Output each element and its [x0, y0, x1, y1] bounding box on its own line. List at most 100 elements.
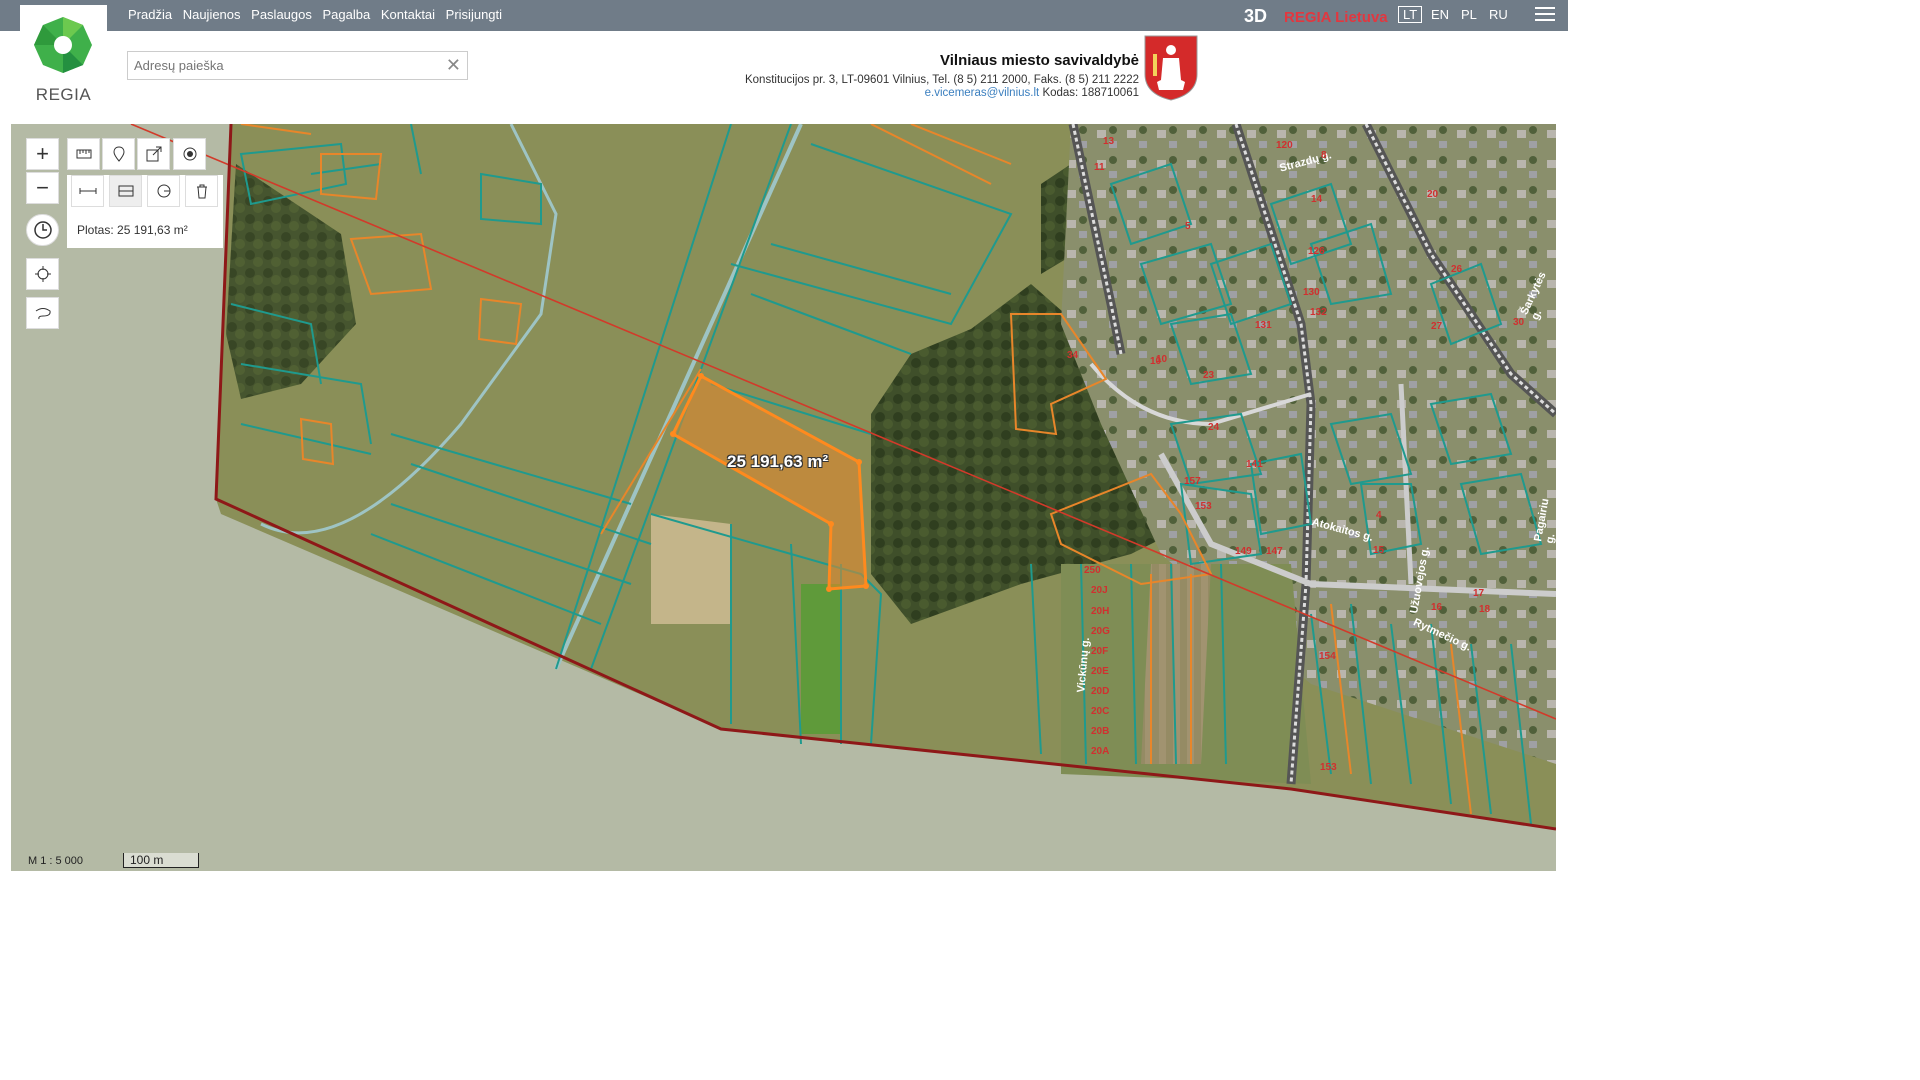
clear-icon[interactable]: ✕ [446, 55, 461, 76]
parcel-number: 13 [1103, 136, 1115, 147]
parcel-number: 14 [1311, 194, 1323, 205]
nav-naujienos[interactable]: Naujienos [183, 7, 241, 22]
parcel-number: 27 [1431, 321, 1443, 332]
parcel-number: 20D [1091, 686, 1110, 697]
address-search: ✕ [127, 51, 468, 80]
parcel-number: 153 [1320, 762, 1337, 773]
green-field [801, 584, 841, 734]
place-marker-button[interactable] [102, 138, 135, 170]
parcel-number: 20A [1091, 746, 1110, 757]
lang-en[interactable]: EN [1431, 7, 1449, 22]
parcel-number: 16 [1431, 602, 1443, 613]
map-scale-ratio: M 1 : 5 000 [28, 855, 84, 867]
search-input[interactable] [132, 57, 446, 74]
measure-circle-button[interactable] [147, 175, 180, 207]
parcel-number: 20F [1091, 646, 1109, 657]
measure-area-button[interactable] [109, 175, 142, 207]
map-canvas[interactable]: 25 191,63 m² Atokaitos g. Užuovejos g. Š… [11, 124, 1556, 871]
parcel-number: 23 [1203, 370, 1215, 381]
parcel-number: 15 [1373, 545, 1385, 556]
parcel-number: 26 [1451, 264, 1463, 275]
3d-button[interactable]: 3D [1244, 6, 1267, 27]
parcel-number: 20G [1091, 626, 1110, 637]
parcel-number: 5 [1185, 221, 1191, 232]
parcel-number: 141 [1246, 459, 1263, 470]
municipality-email-link[interactable]: e.vicemeras@vilnius.lt [925, 87, 1040, 99]
scale-bar: 100 m [123, 853, 199, 868]
parcel-number: 126 [1308, 246, 1325, 257]
my-location-button[interactable] [26, 258, 59, 290]
lang-pl[interactable]: PL [1461, 7, 1477, 22]
parcel-number: 24 [1208, 422, 1220, 433]
share-icon [146, 146, 161, 162]
nav-pradzia[interactable]: Pradžia [128, 7, 172, 22]
parcel-number: 17 [1473, 588, 1485, 599]
logo-text: REGIA [35, 85, 92, 104]
parcel-number: 10 [1156, 354, 1168, 365]
top-bar: Pradžia Naujienos Paslaugos Pagalba Kont… [0, 0, 1568, 31]
area-label: 25 191,63 m² [727, 452, 829, 471]
lasso-icon [35, 308, 51, 320]
zoom-in-button[interactable]: + [26, 138, 59, 170]
parcel-number: 20H [1091, 606, 1110, 617]
menu-icon[interactable] [1535, 7, 1555, 23]
draw-polygon-button[interactable] [26, 297, 59, 329]
parcel-number: 131 [1255, 320, 1272, 331]
measurement-result: Plotas: 25 191,63 m² [77, 223, 188, 237]
parcel-number: 20J [1091, 585, 1108, 596]
regia-logo[interactable]: REGIA [20, 5, 107, 119]
vilnius-coat-of-arms [1144, 35, 1198, 101]
map-layers [11, 124, 1556, 871]
ruler-icon [76, 149, 91, 159]
parcel-number: 4 [1376, 510, 1382, 521]
parcel-number: 250 [1084, 565, 1101, 576]
main-nav: Pradžia Naujienos Paslaugos Pagalba Kont… [128, 7, 509, 22]
parcel-number: 18 [1479, 604, 1491, 615]
regia-lietuva-link[interactable]: REGIA Lietuva [1284, 9, 1388, 26]
parcel-number: 8 [1321, 150, 1327, 161]
crosshair-icon [34, 266, 51, 282]
marker-icon [112, 146, 125, 162]
area-measure-icon [118, 185, 133, 197]
parcel-number: 34 [1067, 350, 1079, 361]
parcel-number: 153 [1195, 501, 1212, 512]
plus-icon: + [36, 141, 49, 166]
municipality-address: Konstitucijos pr. 3, LT-09601 Vilnius, T… [744, 74, 1139, 86]
municipality-title: Vilniaus miesto savivaldybė [940, 52, 1139, 69]
nav-prisijungti[interactable]: Prisijungti [446, 7, 502, 22]
delete-measure-button[interactable] [185, 175, 218, 207]
nav-pagalba[interactable]: Pagalba [323, 7, 371, 22]
trash-icon [196, 184, 207, 199]
parcel-number: 20C [1091, 706, 1110, 717]
parcel-number: 20B [1091, 726, 1110, 737]
share-button[interactable] [137, 138, 170, 170]
parcel-number: 20E [1091, 666, 1109, 677]
target-icon [183, 147, 196, 161]
lang-ru[interactable]: RU [1489, 7, 1508, 22]
radius-icon [157, 184, 170, 198]
clock-icon [33, 221, 52, 239]
nav-paslaugos[interactable]: Paslaugos [251, 7, 312, 22]
parcel-number: 130 [1303, 287, 1320, 298]
municipality-contact: e.vicemeras@vilnius.lt Kodas: 188710061 [925, 87, 1139, 99]
measure-panel [67, 175, 223, 248]
parcel-number: 30 [1513, 317, 1525, 328]
parcel-number: 157 [1184, 476, 1201, 487]
parcel-number: 154 [1319, 651, 1336, 662]
parcel-number: 120 [1276, 140, 1293, 151]
nav-kontaktai[interactable]: Kontaktai [381, 7, 435, 22]
parcel-number: 149 [1235, 546, 1252, 557]
minus-icon: − [36, 175, 49, 200]
zoom-out-button[interactable]: − [26, 172, 59, 204]
parcel-number: 20 [1427, 189, 1439, 200]
measure-distance-button[interactable] [67, 138, 100, 170]
parcel-number: 11 [1094, 162, 1105, 173]
measure-line-button[interactable] [71, 175, 104, 207]
line-measure-icon [79, 188, 96, 194]
lang-lt[interactable]: LT [1398, 6, 1423, 23]
locate-button[interactable] [173, 138, 206, 170]
parcel-number: 132 [1310, 307, 1327, 318]
bare-field [651, 514, 731, 624]
regia-logo-icon [34, 17, 92, 73]
history-button[interactable] [26, 214, 59, 246]
